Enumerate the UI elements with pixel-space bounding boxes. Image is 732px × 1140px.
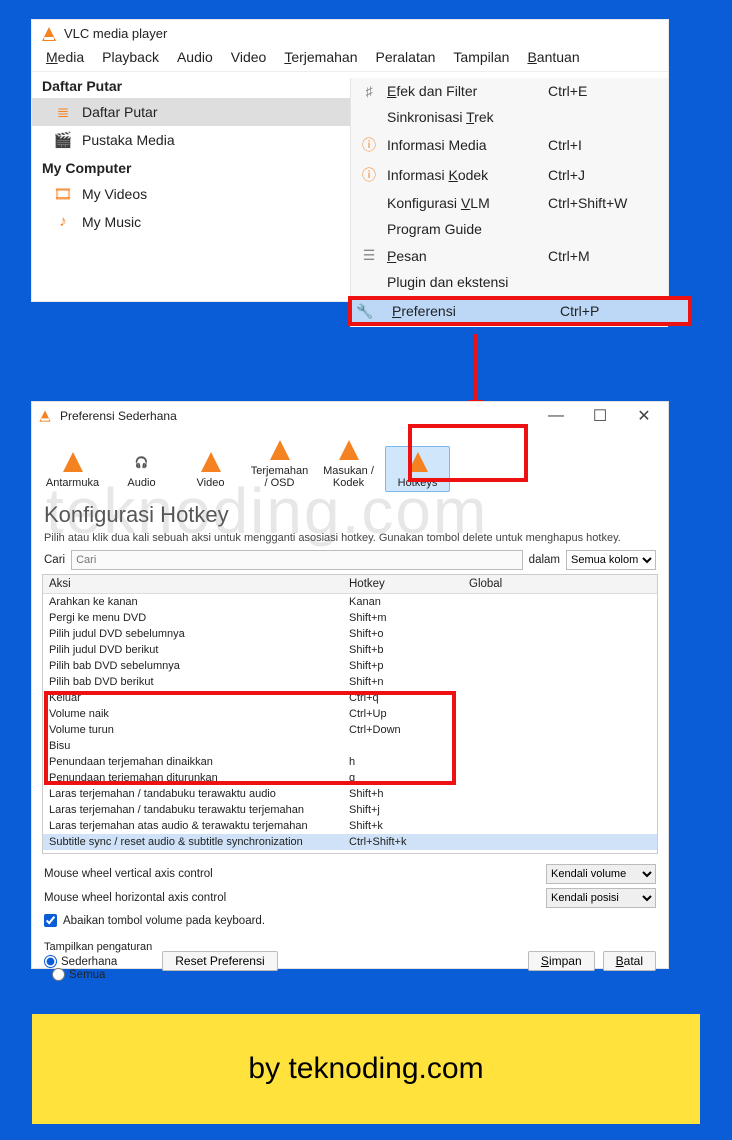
- cat-terjemahan-osd[interactable]: Terjemahan / OSD: [247, 434, 312, 492]
- message-icon: ☰: [355, 247, 383, 264]
- hotkey-row[interactable]: Pilih judul DVD sebelumnyaShift+o: [43, 626, 657, 642]
- cancel-button[interactable]: Batal: [603, 951, 656, 971]
- video-icon: 🎞: [54, 185, 72, 203]
- menu-video[interactable]: Video: [231, 49, 267, 65]
- minimize-button[interactable]: —: [538, 407, 574, 425]
- annotation-arrow: [474, 334, 477, 410]
- wheel-h-label: Mouse wheel horizontal axis control: [44, 892, 226, 904]
- hotkey-row[interactable]: Laras terjemahan atas audio & terawaktu …: [43, 818, 657, 834]
- wheel-v-label: Mouse wheel vertical axis control: [44, 868, 213, 880]
- vlc-main-window: VLC media player Media Playback Audio Vi…: [32, 20, 668, 301]
- wheel-v-select[interactable]: Kendali volume: [546, 864, 656, 884]
- hotkey-row[interactable]: Pergi ke menu DVDShift+m: [43, 610, 657, 626]
- page-title: Konfigurasi Hotkey: [32, 494, 668, 530]
- menu-item-messages[interactable]: ☰PesanCtrl+M: [351, 242, 668, 269]
- playlist-icon: ≣: [54, 103, 72, 121]
- sidebar-item-my-videos[interactable]: 🎞 My Videos: [32, 180, 350, 208]
- search-input[interactable]: [71, 550, 523, 570]
- cat-video[interactable]: Video: [178, 446, 243, 492]
- save-button[interactable]: Simpan: [528, 951, 595, 971]
- playlist-sidebar: Daftar Putar ≣ Daftar Putar 🎬 Pustaka Me…: [32, 72, 350, 301]
- hotkey-row[interactable]: Pilih bab DVD sebelumnyaShift+p: [43, 658, 657, 674]
- hotkey-row[interactable]: Bisu: [43, 738, 657, 754]
- prefs-titlebar: Preferensi Sederhana — ☐ ✕: [32, 402, 668, 430]
- hotkey-table: Aksi Hotkey Global Arahkan ke kananKanan…: [42, 574, 658, 854]
- hotkey-row[interactable]: Volume naikCtrl+Up: [43, 706, 657, 722]
- search-label: Cari: [44, 554, 65, 566]
- cat-audio[interactable]: 🎧Audio: [109, 446, 174, 492]
- info-icon: ⓘ: [355, 165, 383, 185]
- ignore-volume-label: Abaikan tombol volume pada keyboard.: [63, 915, 265, 927]
- sliders-icon: ♯: [355, 83, 383, 99]
- menu-media[interactable]: Media: [46, 49, 84, 65]
- music-icon: ♪: [54, 213, 72, 230]
- annotation-box-hotkeys: [408, 424, 528, 482]
- mode-all-radio[interactable]: [52, 968, 65, 981]
- headphones-icon: 🎧: [110, 449, 173, 475]
- cone-icon: [270, 440, 290, 460]
- wheel-h-select[interactable]: Kendali posisi: [546, 888, 656, 908]
- section-my-computer: My Computer: [32, 154, 350, 180]
- tools-dropdown: ♯Efek dan FilterCtrl+E Sinkronisasi Trek…: [350, 78, 668, 327]
- menu-item-program-guide[interactable]: Program Guide: [351, 216, 668, 242]
- show-settings-label: Tampilkan pengaturan: [44, 941, 152, 953]
- reset-button[interactable]: Reset Preferensi: [162, 951, 277, 971]
- hotkey-row[interactable]: Penundaan terjemahan dinaikkanh: [43, 754, 657, 770]
- search-in-label: dalam: [529, 554, 560, 566]
- vlc-icon: [42, 27, 56, 41]
- cat-masukan-kodek[interactable]: Masukan / Kodek: [316, 434, 381, 492]
- close-button[interactable]: ✕: [626, 406, 662, 426]
- info-icon: ⓘ: [355, 135, 383, 155]
- cone-icon: [201, 452, 221, 472]
- col-global[interactable]: Global: [469, 578, 651, 590]
- menu-item-preferences[interactable]: 🔧 Preferensi Ctrl+P: [348, 296, 692, 326]
- hotkey-row[interactable]: Laras terjemahan / tandabuku terawaktu t…: [43, 802, 657, 818]
- ignore-volume-checkbox[interactable]: [44, 914, 57, 927]
- hotkey-row[interactable]: Laras terjemahan / tandabuku terawaktu a…: [43, 786, 657, 802]
- menu-audio[interactable]: Audio: [177, 49, 213, 65]
- library-icon: 🎬: [54, 131, 72, 149]
- sidebar-item-pustaka-media[interactable]: 🎬 Pustaka Media: [32, 126, 350, 154]
- sidebar-item-my-music[interactable]: ♪ My Music: [32, 208, 350, 235]
- col-hotkey[interactable]: Hotkey: [349, 578, 469, 590]
- cone-icon: [63, 452, 83, 472]
- menu-item-effects[interactable]: ♯Efek dan FilterCtrl+E: [351, 78, 668, 104]
- cat-antarmuka[interactable]: Antarmuka: [40, 446, 105, 492]
- hotkey-row[interactable]: Pilih bab DVD berikutShift+n: [43, 674, 657, 690]
- hotkey-row[interactable]: Arahkan ke kananKanan: [43, 594, 657, 610]
- titlebar: VLC media player: [32, 20, 668, 45]
- cone-icon: [339, 440, 359, 460]
- wrench-icon: 🔧: [356, 303, 392, 320]
- hotkey-row[interactable]: Volume turunCtrl+Down: [43, 722, 657, 738]
- menu-bantuan[interactable]: Bantuan: [527, 49, 579, 65]
- tip-text: Pilih atau klik dua kali sebuah aksi unt…: [32, 530, 668, 550]
- search-in-select[interactable]: Semua kolom: [566, 550, 656, 570]
- menu-item-vlm[interactable]: Konfigurasi VLMCtrl+Shift+W: [351, 190, 668, 216]
- col-aksi[interactable]: Aksi: [49, 578, 349, 590]
- vlc-icon: [39, 410, 50, 421]
- sidebar-item-daftar-putar[interactable]: ≣ Daftar Putar: [32, 98, 350, 126]
- hotkey-row[interactable]: KeluarCtrl+q: [43, 690, 657, 706]
- menu-playback[interactable]: Playback: [102, 49, 159, 65]
- maximize-button[interactable]: ☐: [582, 406, 618, 426]
- menu-bar: Media Playback Audio Video Terjemahan Pe…: [32, 45, 668, 72]
- menu-item-media-info[interactable]: ⓘInformasi MediaCtrl+I: [351, 130, 668, 160]
- hotkey-row[interactable]: Subtitle sync / reset audio & subtitle s…: [43, 834, 657, 850]
- menu-item-plugins[interactable]: Plugin dan ekstensi: [351, 269, 668, 295]
- section-daftar-putar: Daftar Putar: [32, 72, 350, 98]
- prefs-category-tabs: Antarmuka 🎧Audio Video Terjemahan / OSD …: [32, 430, 668, 494]
- window-title: VLC media player: [64, 26, 167, 41]
- preferences-window: Preferensi Sederhana — ☐ ✕ Antarmuka 🎧Au…: [32, 402, 668, 968]
- hotkey-row[interactable]: Pilih judul DVD berikutShift+b: [43, 642, 657, 658]
- menu-peralatan[interactable]: Peralatan: [375, 49, 435, 65]
- footer-banner: by teknoding.com: [32, 1014, 700, 1124]
- menu-item-codec-info[interactable]: ⓘInformasi KodekCtrl+J: [351, 160, 668, 190]
- mode-simple-radio[interactable]: [44, 955, 57, 968]
- menu-terjemahan[interactable]: Terjemahan: [284, 49, 357, 65]
- menu-tampilan[interactable]: Tampilan: [453, 49, 509, 65]
- hotkey-row[interactable]: Penundaan terjemahan diturunkang: [43, 770, 657, 786]
- menu-item-sync[interactable]: Sinkronisasi Trek: [351, 104, 668, 130]
